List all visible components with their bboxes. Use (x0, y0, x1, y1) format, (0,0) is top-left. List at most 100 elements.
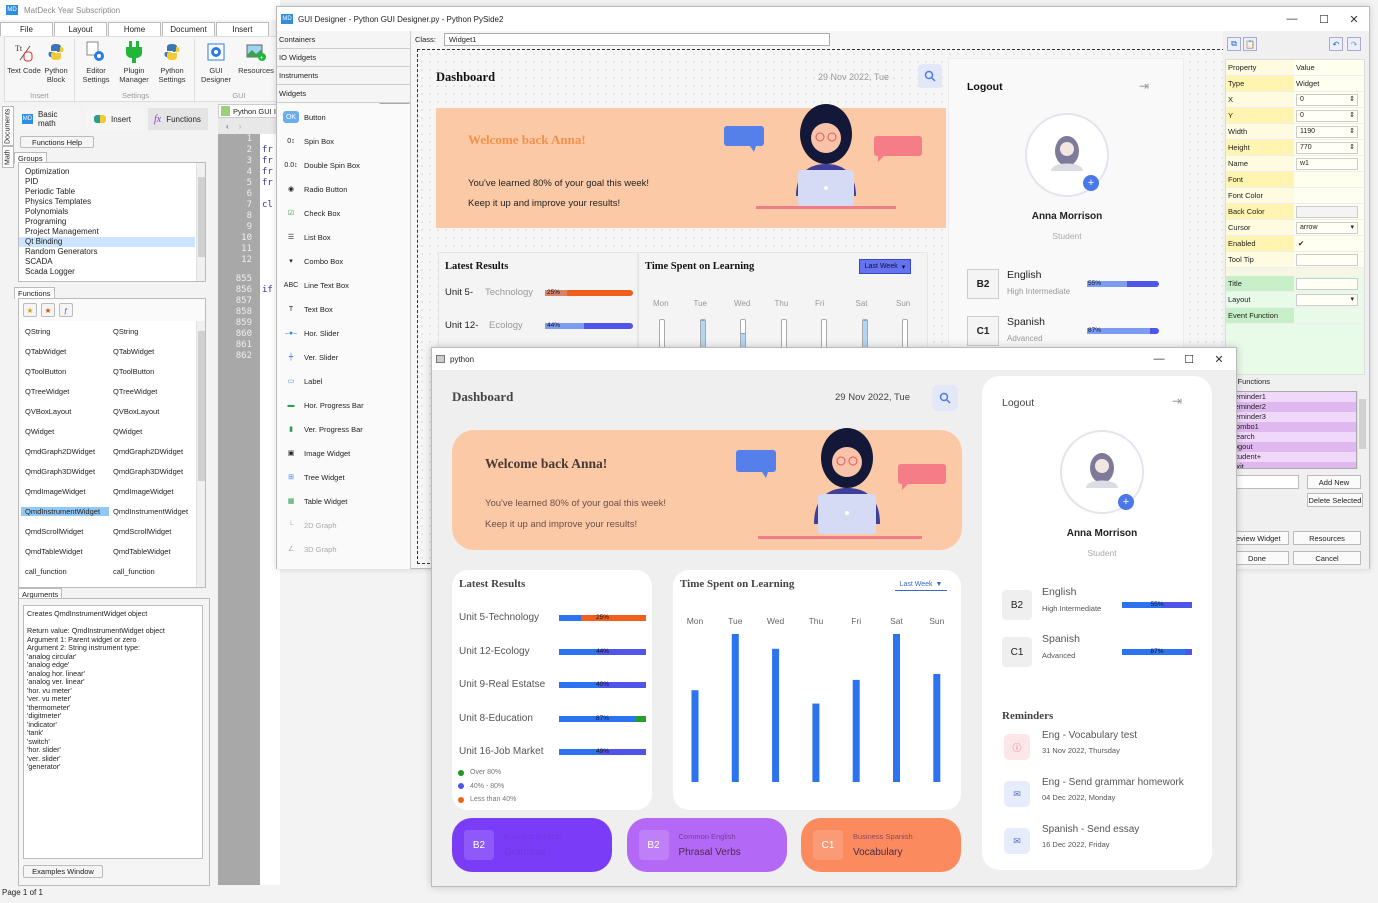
property-input[interactable]: 1190 ⇕ (1296, 126, 1358, 138)
widget-item[interactable]: 0.0↕ Double Spin Box (277, 153, 410, 177)
course-chip[interactable]: B2 Business English Grammar (452, 818, 612, 872)
functions-scrollbar[interactable] (196, 321, 205, 587)
event-function-item[interactable]: _exit (1226, 462, 1356, 468)
property-input[interactable] (1296, 206, 1358, 218)
widget-item[interactable]: OK Button (277, 105, 410, 129)
widget-item[interactable]: ◉ Radio Button (277, 177, 410, 201)
math-tab[interactable]: Math (2, 146, 14, 168)
function-row[interactable]: QWidget QWidget (21, 421, 199, 441)
scroll-thumb[interactable] (198, 331, 205, 481)
function-define-icon[interactable]: ƒ (59, 303, 73, 317)
function-row[interactable]: QmdGraph2DWidget QmdGraph2DWidget (21, 441, 199, 461)
cancel-button[interactable]: Cancel (1293, 551, 1361, 565)
widget-item[interactable]: ▮ Ver. Progress Bar (277, 417, 410, 441)
widget-item[interactable]: ⊞ Tree Widget (277, 465, 410, 489)
event-function-item[interactable]: _reminder3 (1226, 412, 1356, 422)
groups-scrollbar[interactable] (196, 163, 205, 281)
property-input[interactable]: 0 ⇕ (1296, 94, 1358, 106)
add-favorite-icon[interactable]: ★ (23, 303, 37, 317)
course-chip[interactable]: C1 Business Spanish Vocabulary (801, 818, 961, 872)
spin-arrows-icon[interactable]: ⇕ (1349, 111, 1355, 121)
group-item[interactable]: PID (19, 177, 195, 187)
python-settings-button[interactable]: Python Settings (153, 41, 191, 84)
paste-icon[interactable]: 📋 (1243, 37, 1257, 51)
event-function-item[interactable]: _reminder1 (1226, 392, 1356, 402)
widget-item[interactable]: ┿ Ver. Slider (277, 345, 410, 369)
spin-arrows-icon[interactable]: ⇕ (1349, 143, 1355, 153)
widget-item[interactable]: 0↕ Spin Box (277, 129, 410, 153)
widget-item[interactable]: ▬ Hor. Progress Bar (277, 393, 410, 417)
add-photo-icon[interactable]: + (1118, 494, 1134, 510)
function-row[interactable]: QToolButton QToolButton (21, 361, 199, 381)
close-icon[interactable]: ✕ (1204, 348, 1234, 370)
add-photo-icon[interactable]: + (1083, 175, 1099, 191)
group-item[interactable]: Scada Logger (19, 267, 195, 277)
add-new-button[interactable]: Add New (1307, 475, 1361, 489)
group-item[interactable]: Optimization (19, 167, 195, 177)
function-row[interactable]: QmdTableWidget QmdTableWidget (21, 541, 199, 561)
property-input[interactable]: ▾ (1296, 294, 1358, 306)
search-button[interactable] (932, 385, 958, 411)
examples-window-button[interactable]: Examples Window (23, 865, 103, 878)
menu-tab-insert[interactable]: Insert (216, 22, 269, 36)
enabled-checkbox[interactable]: ✔ (1296, 239, 1304, 248)
logout-icon[interactable]: ⇥ (1172, 394, 1182, 408)
function-row[interactable]: QString QString (21, 321, 199, 341)
minimize-icon[interactable]: — (1144, 348, 1174, 370)
widget-item[interactable]: ▾ Combo Box (277, 249, 410, 273)
menu-tab-document[interactable]: Document (162, 22, 215, 36)
menu-tab-file[interactable]: File (0, 22, 53, 36)
redo-icon[interactable]: ↷ (1347, 37, 1361, 51)
scroll-thumb[interactable] (1359, 399, 1366, 449)
function-row[interactable]: QTreeWidget QTreeWidget (21, 381, 199, 401)
resources-panel-button[interactable]: Resources (1293, 531, 1361, 545)
event-function-item[interactable]: _reminder2 (1226, 402, 1356, 412)
functions-help-button[interactable]: Functions Help (20, 136, 94, 148)
function-row[interactable]: QmdGraph3DWidget QmdGraph3DWidget (21, 461, 199, 481)
resources-button[interactable]: + Resources (237, 41, 275, 75)
event-function-item[interactable]: _logout (1226, 442, 1356, 452)
widget-item[interactable]: ▦ Table Widget (277, 489, 410, 513)
maximize-icon[interactable]: ☐ (1309, 7, 1339, 31)
plugin-manager-button[interactable]: Plugin Manager (115, 41, 153, 84)
property-input[interactable]: arrow ▾ (1296, 222, 1358, 234)
property-input[interactable]: 0 ⇕ (1296, 110, 1358, 122)
category-tab[interactable]: Instruments (277, 67, 410, 85)
category-tab[interactable]: Widgets (277, 85, 410, 103)
close-icon[interactable]: ✕ (1339, 7, 1369, 31)
course-chip[interactable]: B2 Common English Phrasal Verbs (626, 818, 787, 872)
copy-icon[interactable]: ⧉ (1227, 37, 1241, 51)
group-item[interactable]: Polynomials (19, 207, 195, 217)
property-input[interactable]: w1 (1296, 158, 1358, 170)
widget-item[interactable]: └ 2D Graph (277, 513, 410, 537)
widget-item[interactable]: ABC Line Text Box (277, 273, 410, 297)
group-item[interactable]: Qt Binding (19, 237, 195, 247)
remove-favorite-icon[interactable]: ★ (41, 303, 55, 317)
search-button[interactable] (918, 64, 942, 88)
logout-icon[interactable]: ⇥ (1139, 79, 1149, 93)
function-row[interactable]: QVBoxLayout QVBoxLayout (21, 401, 199, 421)
group-item[interactable]: Project Management (19, 227, 195, 237)
function-row[interactable]: QmdImageWidget QmdImageWidget (21, 481, 199, 501)
function-row[interactable]: call_function call_function (21, 561, 199, 581)
function-row[interactable]: QmdInstrumentWidget QmdInstrumentWidget (21, 501, 199, 521)
menu-tab-layout[interactable]: Layout (54, 22, 107, 36)
alert-icon[interactable]: ⓘ (1004, 734, 1030, 760)
period-dropdown[interactable]: Last Week ▾ (859, 259, 911, 274)
delete-selected-button[interactable]: Delete Selected (1307, 493, 1363, 507)
scroll-thumb[interactable] (198, 177, 205, 257)
undo-icon[interactable]: ↶ (1329, 37, 1343, 51)
group-item[interactable]: Random Generators (19, 247, 195, 257)
property-input[interactable]: 770 ⇕ (1296, 142, 1358, 154)
maximize-icon[interactable]: ☐ (1174, 348, 1204, 370)
event-function-item[interactable]: _search (1226, 432, 1356, 442)
group-item[interactable]: Physics Templates (19, 197, 195, 207)
insert-tab[interactable]: Insert (86, 108, 144, 130)
widget-item[interactable]: T Text Box (277, 297, 410, 321)
group-item[interactable]: Periodic Table (19, 187, 195, 197)
event-function-item[interactable]: _combo1 (1226, 422, 1356, 432)
property-input[interactable] (1296, 278, 1358, 290)
widget-item[interactable]: ▣ Image Widget (277, 441, 410, 465)
code-editor-tab[interactable]: Python GUI I (218, 104, 280, 118)
documents-tab[interactable]: Documents (2, 106, 14, 146)
